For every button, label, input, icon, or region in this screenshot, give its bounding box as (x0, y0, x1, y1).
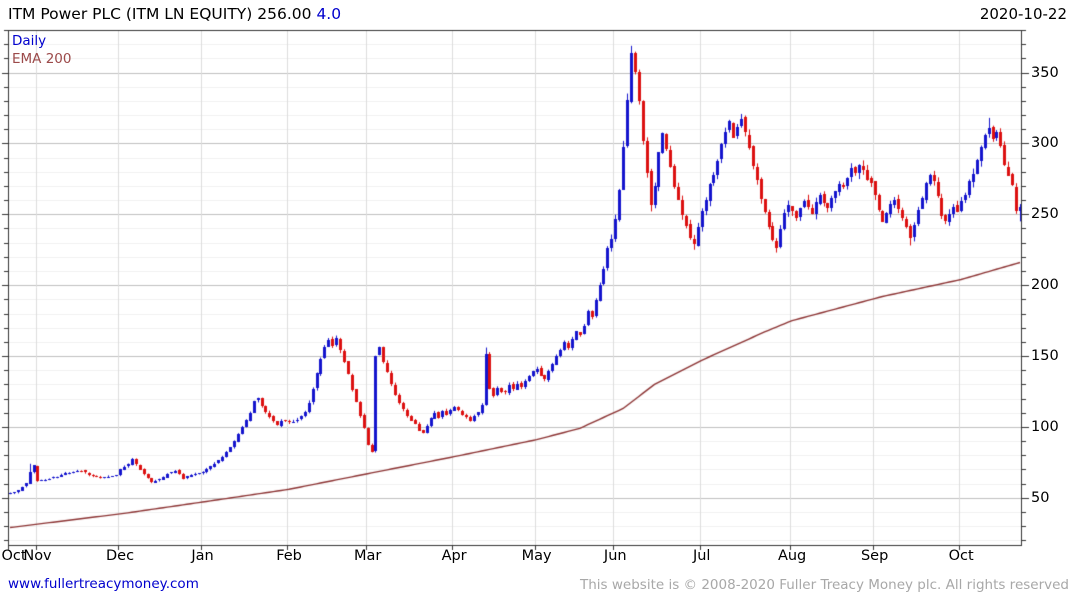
x-axis-label-oct: Oct (948, 548, 974, 564)
x-axis-label-jan: Jan (191, 548, 214, 564)
y-axis-label-50: 50 (1031, 489, 1050, 506)
x-axis-label-apr: Apr (441, 548, 467, 564)
last-price: 256.00 (257, 5, 312, 23)
instrument-name: ITM Power PLC (ITM LN EQUITY) (8, 5, 253, 23)
y-axis-label-150: 150 (1031, 348, 1059, 365)
copyright-text: This website is © 2008-2020 Fuller Treac… (580, 577, 1069, 593)
chart-title: ITM Power PLC (ITM LN EQUITY) 256.00 4.0 (8, 5, 341, 23)
x-axis-label-jun: Jun (603, 548, 627, 564)
x-axis-label-may: May (521, 548, 552, 564)
x-axis-label-sep: Sep (860, 548, 889, 564)
x-axis-label-nov: Nov (23, 548, 52, 564)
y-axis-label-350: 350 (1031, 64, 1059, 81)
y-axis-label-250: 250 (1031, 206, 1059, 223)
x-axis-label-jul: Jul (692, 548, 711, 564)
legend-interval-label: Daily (12, 33, 47, 49)
website-link[interactable]: www.fullertreacymoney.com (8, 576, 199, 592)
y-axis-label-300: 300 (1031, 135, 1059, 152)
chart-page: ITM Power PLC (ITM LN EQUITY) 256.00 4.0… (0, 0, 1075, 600)
x-axis-label-feb: Feb (276, 548, 302, 564)
x-axis-label-dec: Dec (106, 548, 135, 564)
x-axis-label-mar: Mar (353, 548, 382, 564)
legend-ema-label: EMA 200 (12, 51, 72, 67)
y-axis-label-100: 100 (1031, 418, 1059, 435)
x-axis-label-aug: Aug (777, 548, 807, 564)
y-axis-label-200: 200 (1031, 277, 1059, 294)
chart-date: 2020-10-22 (979, 5, 1067, 23)
price-change: 4.0 (316, 5, 342, 23)
price-chart-canvas[interactable] (0, 0, 1075, 600)
